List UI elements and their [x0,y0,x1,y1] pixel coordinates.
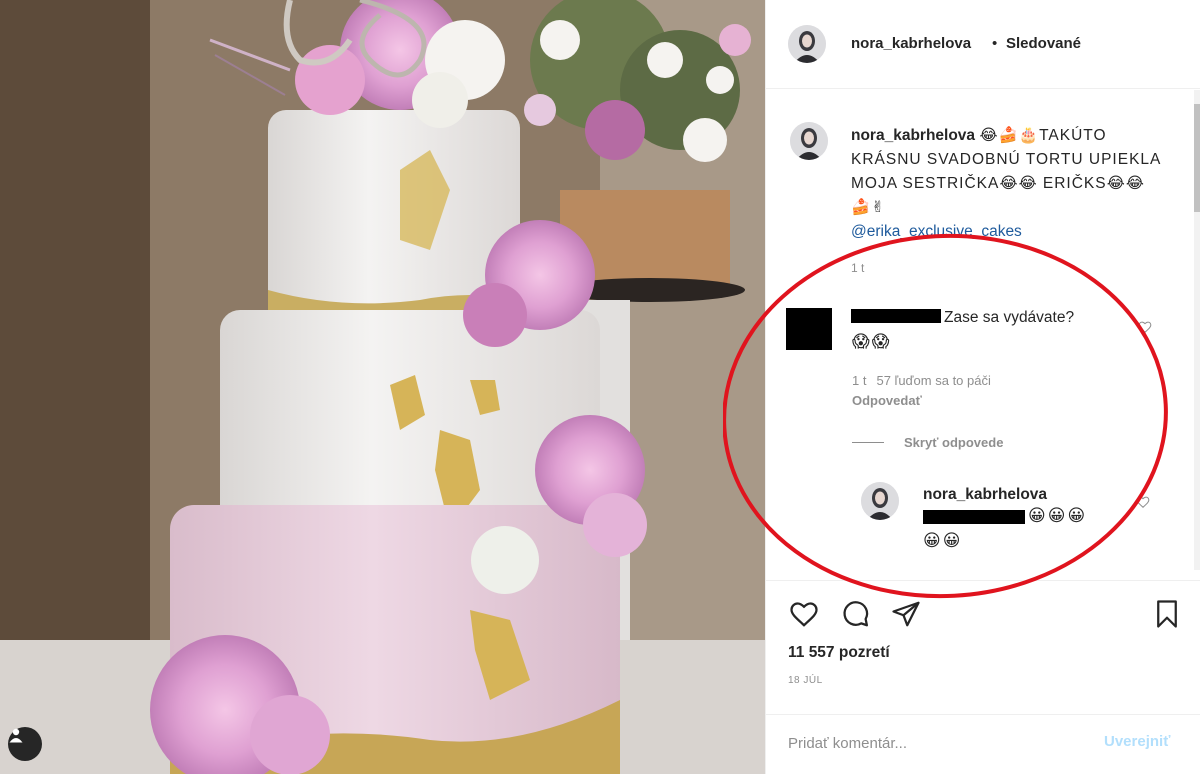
comment-input[interactable] [788,731,1088,755]
caption-mention-link[interactable]: @erika_exclusive_cakes [851,220,1161,244]
heart-icon[interactable] [788,599,820,629]
follow-status-button[interactable]: Sledované [1006,35,1081,52]
avatar[interactable] [788,25,826,63]
user-tag-icon[interactable] [8,727,42,761]
comment-timestamp[interactable]: 1 t [852,373,866,388]
paper-plane-icon[interactable] [890,599,922,629]
avatar[interactable] [790,122,828,160]
reply-like-heart-icon[interactable] [1136,495,1150,509]
redacted-avatar [786,308,832,350]
bookmark-icon[interactable] [1152,599,1182,629]
header-separator: • [992,35,998,52]
reply-emoji: 😀😀 [923,531,963,550]
post-actions: 11 557 pozretí 18 JÚL [766,580,1200,730]
header-username[interactable]: nora_kabrhelova [851,35,971,52]
wedding-cake-photo [0,0,765,774]
post-header: nora_kabrhelova • Sledované [766,0,1200,89]
comment-emoji: 😱😱 [852,332,892,351]
hide-replies-button[interactable]: Skryť odpovede [904,435,1003,450]
post-media[interactable] [0,0,765,774]
redacted-username [851,309,941,323]
scrollbar-thumb[interactable] [1194,104,1200,212]
redacted-mention [923,510,1025,524]
comment-meta: 1 t 57 ľuďom sa to páči [852,373,991,388]
comment-likes-count[interactable]: 57 ľuďom sa to páči [876,373,990,388]
views-count[interactable]: 11 557 pozretí [788,644,890,662]
post-comment-button[interactable]: Uverejniť [1104,733,1170,750]
comment-bubble-icon[interactable] [839,599,871,629]
post-date[interactable]: 18 JÚL [788,675,823,686]
avatar[interactable] [861,482,899,520]
post-side-panel: nora_kabrhelova • Sledované nora_kabrhel… [765,0,1200,774]
divider [852,442,884,443]
post-caption: nora_kabrhelova 😂🍰🎂TAKÚTO KRÁSNU SVADOBN… [851,124,1161,244]
add-comment-section: Uverejniť [766,714,1200,774]
comment-text: Zase sa vydávate? [944,309,1075,326]
caption-timestamp[interactable]: 1 t [851,261,864,275]
comment-like-heart-icon[interactable] [1138,320,1152,334]
caption-username[interactable]: nora_kabrhelova [851,127,975,144]
reply-username[interactable]: nora_kabrhelova [923,486,1047,504]
reply-emoji: 😀😀😀 [1028,506,1088,525]
comments-list[interactable]: nora_kabrhelova 😂🍰🎂TAKÚTO KRÁSNU SVADOBN… [766,90,1200,570]
reply-button[interactable]: Odpovedať [852,393,922,408]
